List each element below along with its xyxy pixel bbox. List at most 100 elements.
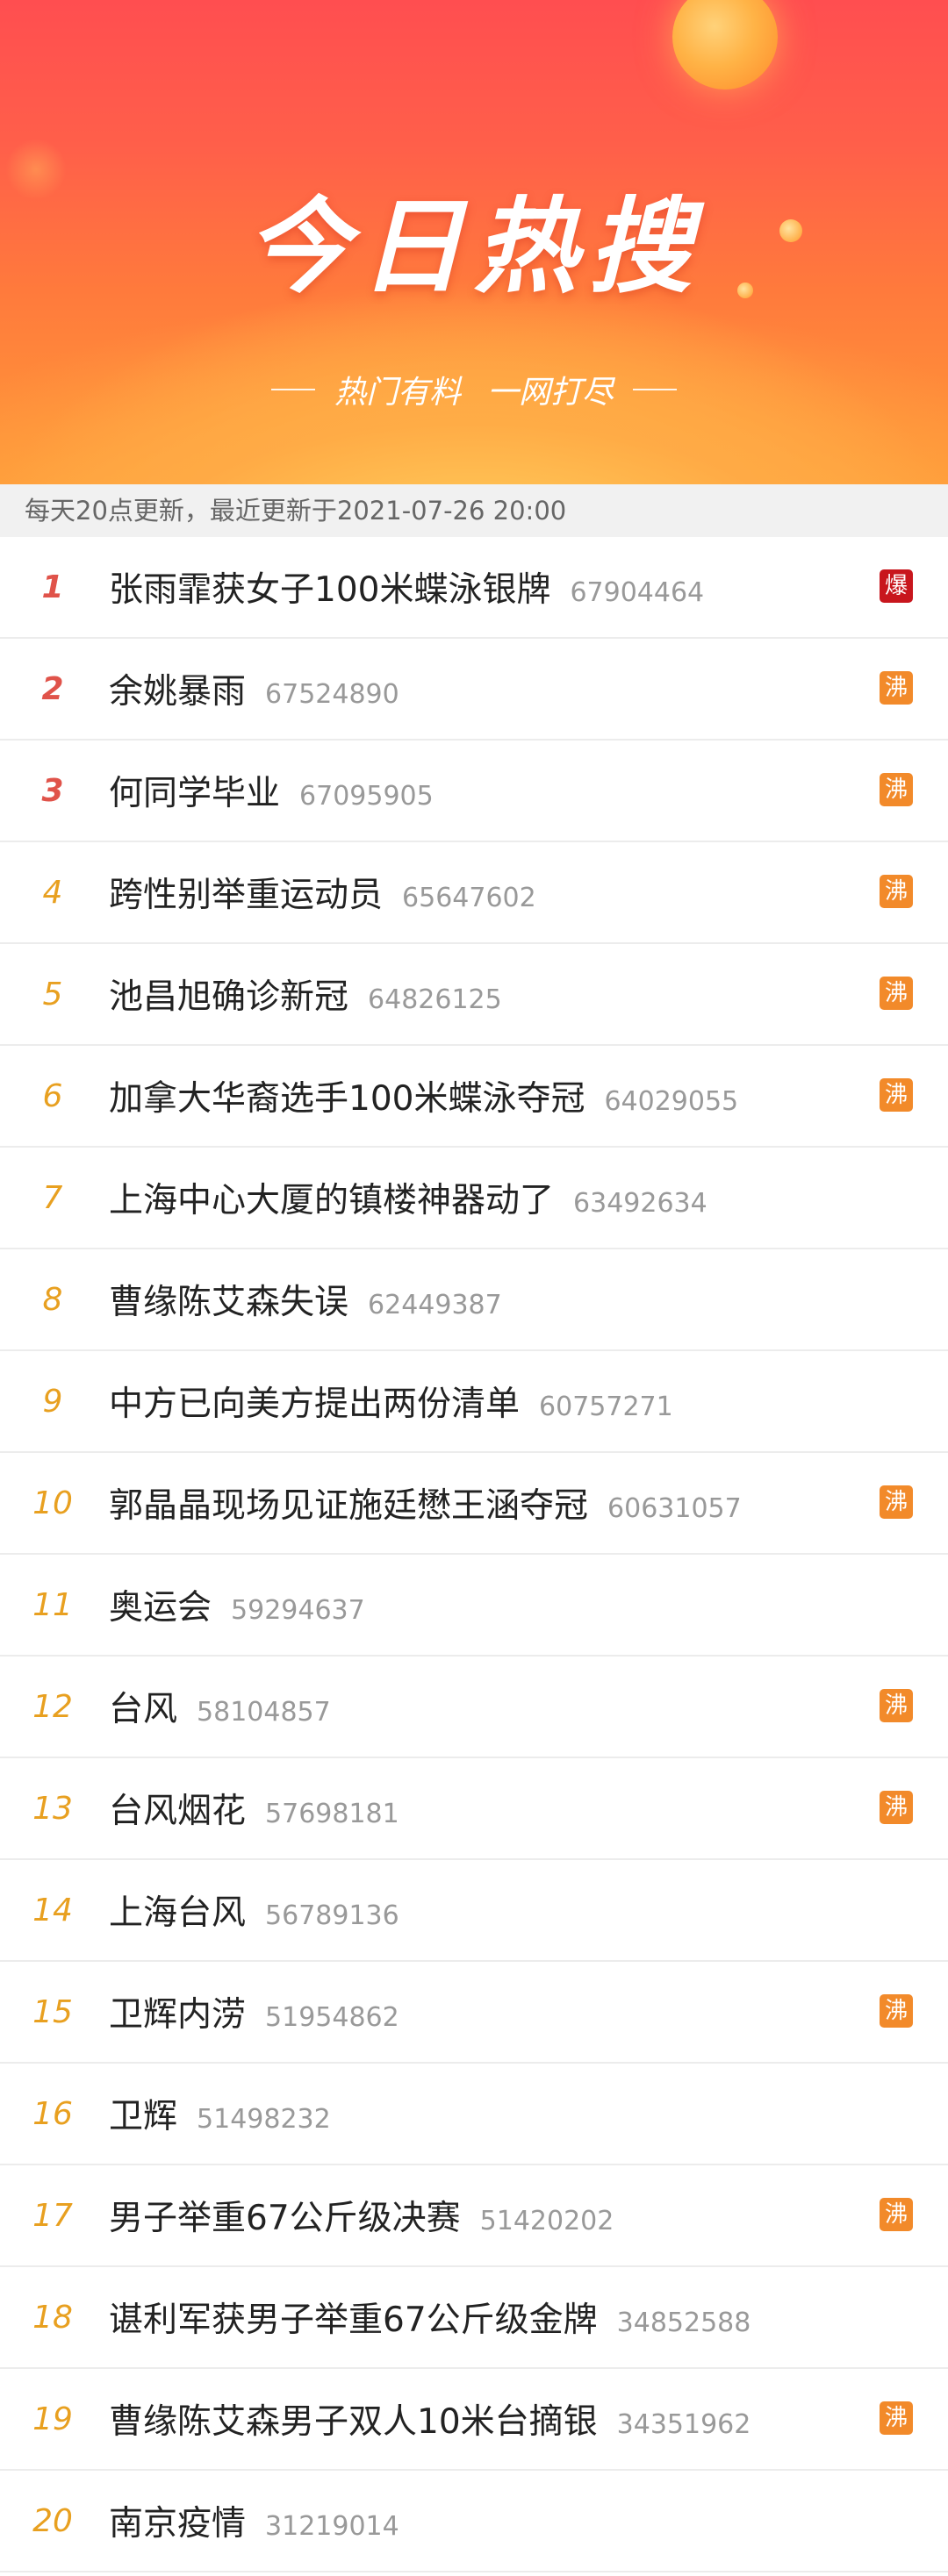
hot-search-title[interactable]: 余姚暴雨: [109, 672, 246, 712]
hot-search-row[interactable]: 15 卫辉内涝 51954862 沸: [0, 1962, 948, 2064]
hot-search-title[interactable]: 谌利军获男子举重67公斤级金牌: [109, 2301, 598, 2340]
hot-search-row[interactable]: 16 卫辉 51498232: [0, 2064, 948, 2165]
hot-search-title[interactable]: 跨性别举重运动员: [109, 876, 383, 915]
hot-search-title-wrap[interactable]: 中方已向美方提出两份清单 60757271: [109, 1377, 673, 1426]
hot-search-title-wrap[interactable]: 奥运会 59294637: [109, 1580, 365, 1629]
decorative-orb: [672, 0, 778, 89]
hot-search-title[interactable]: 卫辉: [109, 2097, 177, 2136]
hot-search-row[interactable]: 2 余姚暴雨 67524890 沸: [0, 639, 948, 741]
hot-search-row[interactable]: 8 曹缘陈艾森失误 62449387: [0, 1249, 948, 1351]
search-count: 58104857: [197, 1697, 331, 1728]
hot-badge: 沸: [880, 671, 913, 705]
hot-search-row[interactable]: 9 中方已向美方提出两份清单 60757271: [0, 1351, 948, 1453]
hot-badge: 沸: [880, 977, 913, 1010]
hot-search-title-wrap[interactable]: 余姚暴雨 67524890: [109, 664, 399, 713]
search-count: 56789136: [265, 1900, 399, 1931]
hot-search-title[interactable]: 南京疫情: [109, 2504, 246, 2544]
search-count: 51498232: [197, 2104, 331, 2135]
hot-search-title[interactable]: 池昌旭确诊新冠: [109, 977, 348, 1017]
search-count: 57698181: [265, 1799, 399, 1829]
rank-number: 9: [42, 1383, 63, 1420]
banner-subtitle-left: 热门有料: [334, 375, 461, 411]
hot-search-title-wrap[interactable]: 台风 58104857: [109, 1682, 331, 1731]
hot-search-row[interactable]: 11 奥运会 59294637: [0, 1555, 948, 1657]
banner-subtitle: 热门有料 一网打尽: [0, 367, 948, 412]
hot-search-row[interactable]: 17 男子举重67公斤级决赛 51420202 沸: [0, 2165, 948, 2267]
rank-number: 5: [42, 976, 63, 1013]
search-count: 63492634: [573, 1188, 707, 1219]
hot-search-row[interactable]: 18 谌利军获男子举重67公斤级金牌 34852588: [0, 2267, 948, 2369]
hot-search-title[interactable]: 奥运会: [109, 1588, 212, 1628]
hot-badge: 沸: [880, 2198, 913, 2231]
hot-search-title-wrap[interactable]: 上海中心大厦的镇楼神器动了 63492634: [109, 1173, 707, 1222]
hot-search-title-wrap[interactable]: 男子举重67公斤级决赛 51420202: [109, 2191, 614, 2240]
hot-search-title[interactable]: 曹缘陈艾森失误: [109, 1283, 348, 1322]
rank-number: 7: [42, 1179, 63, 1216]
hot-search-title-wrap[interactable]: 池昌旭确诊新冠 64826125: [109, 970, 502, 1019]
hot-search-row[interactable]: 5 池昌旭确诊新冠 64826125 沸: [0, 944, 948, 1046]
hot-search-title-wrap[interactable]: 曹缘陈艾森失误 62449387: [109, 1275, 502, 1324]
search-count: 65647602: [402, 883, 536, 913]
hot-search-title-wrap[interactable]: 跨性别举重运动员 65647602: [109, 868, 536, 917]
subtitle-dash: [633, 389, 678, 390]
hot-search-row[interactable]: 14 上海台风 56789136: [0, 1860, 948, 1962]
hot-search-title-wrap[interactable]: 台风烟花 57698181: [109, 1784, 399, 1833]
hot-search-title[interactable]: 台风: [109, 1690, 177, 1729]
hot-search-title[interactable]: 何同学毕业: [109, 774, 280, 813]
hot-search-title[interactable]: 中方已向美方提出两份清单: [109, 1385, 520, 1424]
hot-badge: 沸: [880, 2401, 913, 2435]
hot-search-title-wrap[interactable]: 卫辉内涝 51954862: [109, 1987, 399, 2036]
rank-number: 17: [32, 2197, 73, 2234]
hot-search-row[interactable]: 7 上海中心大厦的镇楼神器动了 63492634: [0, 1148, 948, 1249]
rank-number: 16: [32, 2095, 73, 2132]
search-count: 31219014: [265, 2511, 399, 2542]
hot-search-title[interactable]: 张雨霏获女子100米蝶泳银牌: [109, 570, 550, 610]
hot-search-list: 1 张雨霏获女子100米蝶泳银牌 67904464 爆 2 余姚暴雨 67524890 沸 3 何…: [0, 537, 948, 2572]
rank-number: 20: [32, 2502, 73, 2539]
hot-search-title-wrap[interactable]: 卫辉 51498232: [109, 2089, 331, 2138]
hot-search-title-wrap[interactable]: 郭晶晶现场见证施廷懋王涵夺冠 60631057: [109, 1478, 742, 1528]
hot-search-title-wrap[interactable]: 上海台风 56789136: [109, 1885, 399, 1935]
hot-search-title[interactable]: 卫辉内涝: [109, 1995, 246, 2035]
hot-search-title-wrap[interactable]: 谌利军获男子举重67公斤级金牌 34852588: [109, 2293, 750, 2342]
hot-search-title-wrap[interactable]: 南京疫情 31219014: [109, 2496, 399, 2545]
hot-search-title[interactable]: 上海中心大厦的镇楼神器动了: [109, 1181, 554, 1220]
banner-subtitle-right: 一网打尽: [487, 375, 614, 411]
hot-search-title[interactable]: 上海台风: [109, 1893, 246, 1933]
search-count: 60757271: [539, 1392, 673, 1422]
hot-search-title[interactable]: 郭晶晶现场见证施廷懋王涵夺冠: [109, 1486, 588, 1526]
hot-search-row[interactable]: 4 跨性别举重运动员 65647602 沸: [0, 842, 948, 944]
hot-search-row[interactable]: 13 台风烟花 57698181 沸: [0, 1758, 948, 1860]
search-count: 34351962: [616, 2409, 751, 2440]
hot-badge: 沸: [880, 1994, 913, 2028]
hot-badge: 沸: [880, 875, 913, 908]
hot-badge: 沸: [880, 1485, 913, 1519]
hot-search-row[interactable]: 20 南京疫情 31219014: [0, 2471, 948, 2572]
hot-search-banner: 今日热搜 热门有料 一网打尽: [0, 0, 948, 484]
search-count: 67095905: [299, 781, 434, 812]
search-count: 51420202: [479, 2206, 614, 2236]
rank-number: 15: [32, 1993, 73, 2030]
hot-search-title-wrap[interactable]: 加拿大华裔选手100米蝶泳夺冠 64029055: [109, 1071, 738, 1120]
hot-search-row[interactable]: 12 台风 58104857 沸: [0, 1657, 948, 1758]
hot-search-row[interactable]: 3 何同学毕业 67095905 沸: [0, 741, 948, 842]
hot-search-row[interactable]: 6 加拿大华裔选手100米蝶泳夺冠 64029055 沸: [0, 1046, 948, 1148]
hot-search-title[interactable]: 曹缘陈艾森男子双人10米台摘银: [109, 2402, 598, 2442]
hot-badge: 沸: [880, 1078, 913, 1112]
hot-badge: 沸: [880, 1689, 913, 1722]
hot-search-row[interactable]: 1 张雨霏获女子100米蝶泳银牌 67904464 爆: [0, 537, 948, 639]
rank-number: 13: [32, 1790, 73, 1827]
hot-search-title-wrap[interactable]: 何同学毕业 67095905: [109, 766, 434, 815]
hot-search-row[interactable]: 10 郭晶晶现场见证施廷懋王涵夺冠 60631057 沸: [0, 1453, 948, 1555]
hot-search-title-wrap[interactable]: 曹缘陈艾森男子双人10米台摘银 34351962: [109, 2394, 750, 2444]
search-count: 51954862: [265, 2002, 399, 2033]
hot-search-title[interactable]: 台风烟花: [109, 1792, 246, 1831]
hot-search-title[interactable]: 男子举重67公斤级决赛: [109, 2199, 461, 2238]
rank-number: 1: [41, 569, 64, 605]
hot-search-row[interactable]: 19 曹缘陈艾森男子双人10米台摘银 34351962 沸: [0, 2369, 948, 2471]
hot-search-title-wrap[interactable]: 张雨霏获女子100米蝶泳银牌 67904464: [109, 562, 704, 612]
search-count: 67524890: [265, 679, 399, 710]
hot-search-title[interactable]: 加拿大华裔选手100米蝶泳夺冠: [109, 1079, 585, 1119]
banner-title: 今日热搜: [245, 186, 702, 307]
search-count: 34852588: [616, 2308, 751, 2338]
